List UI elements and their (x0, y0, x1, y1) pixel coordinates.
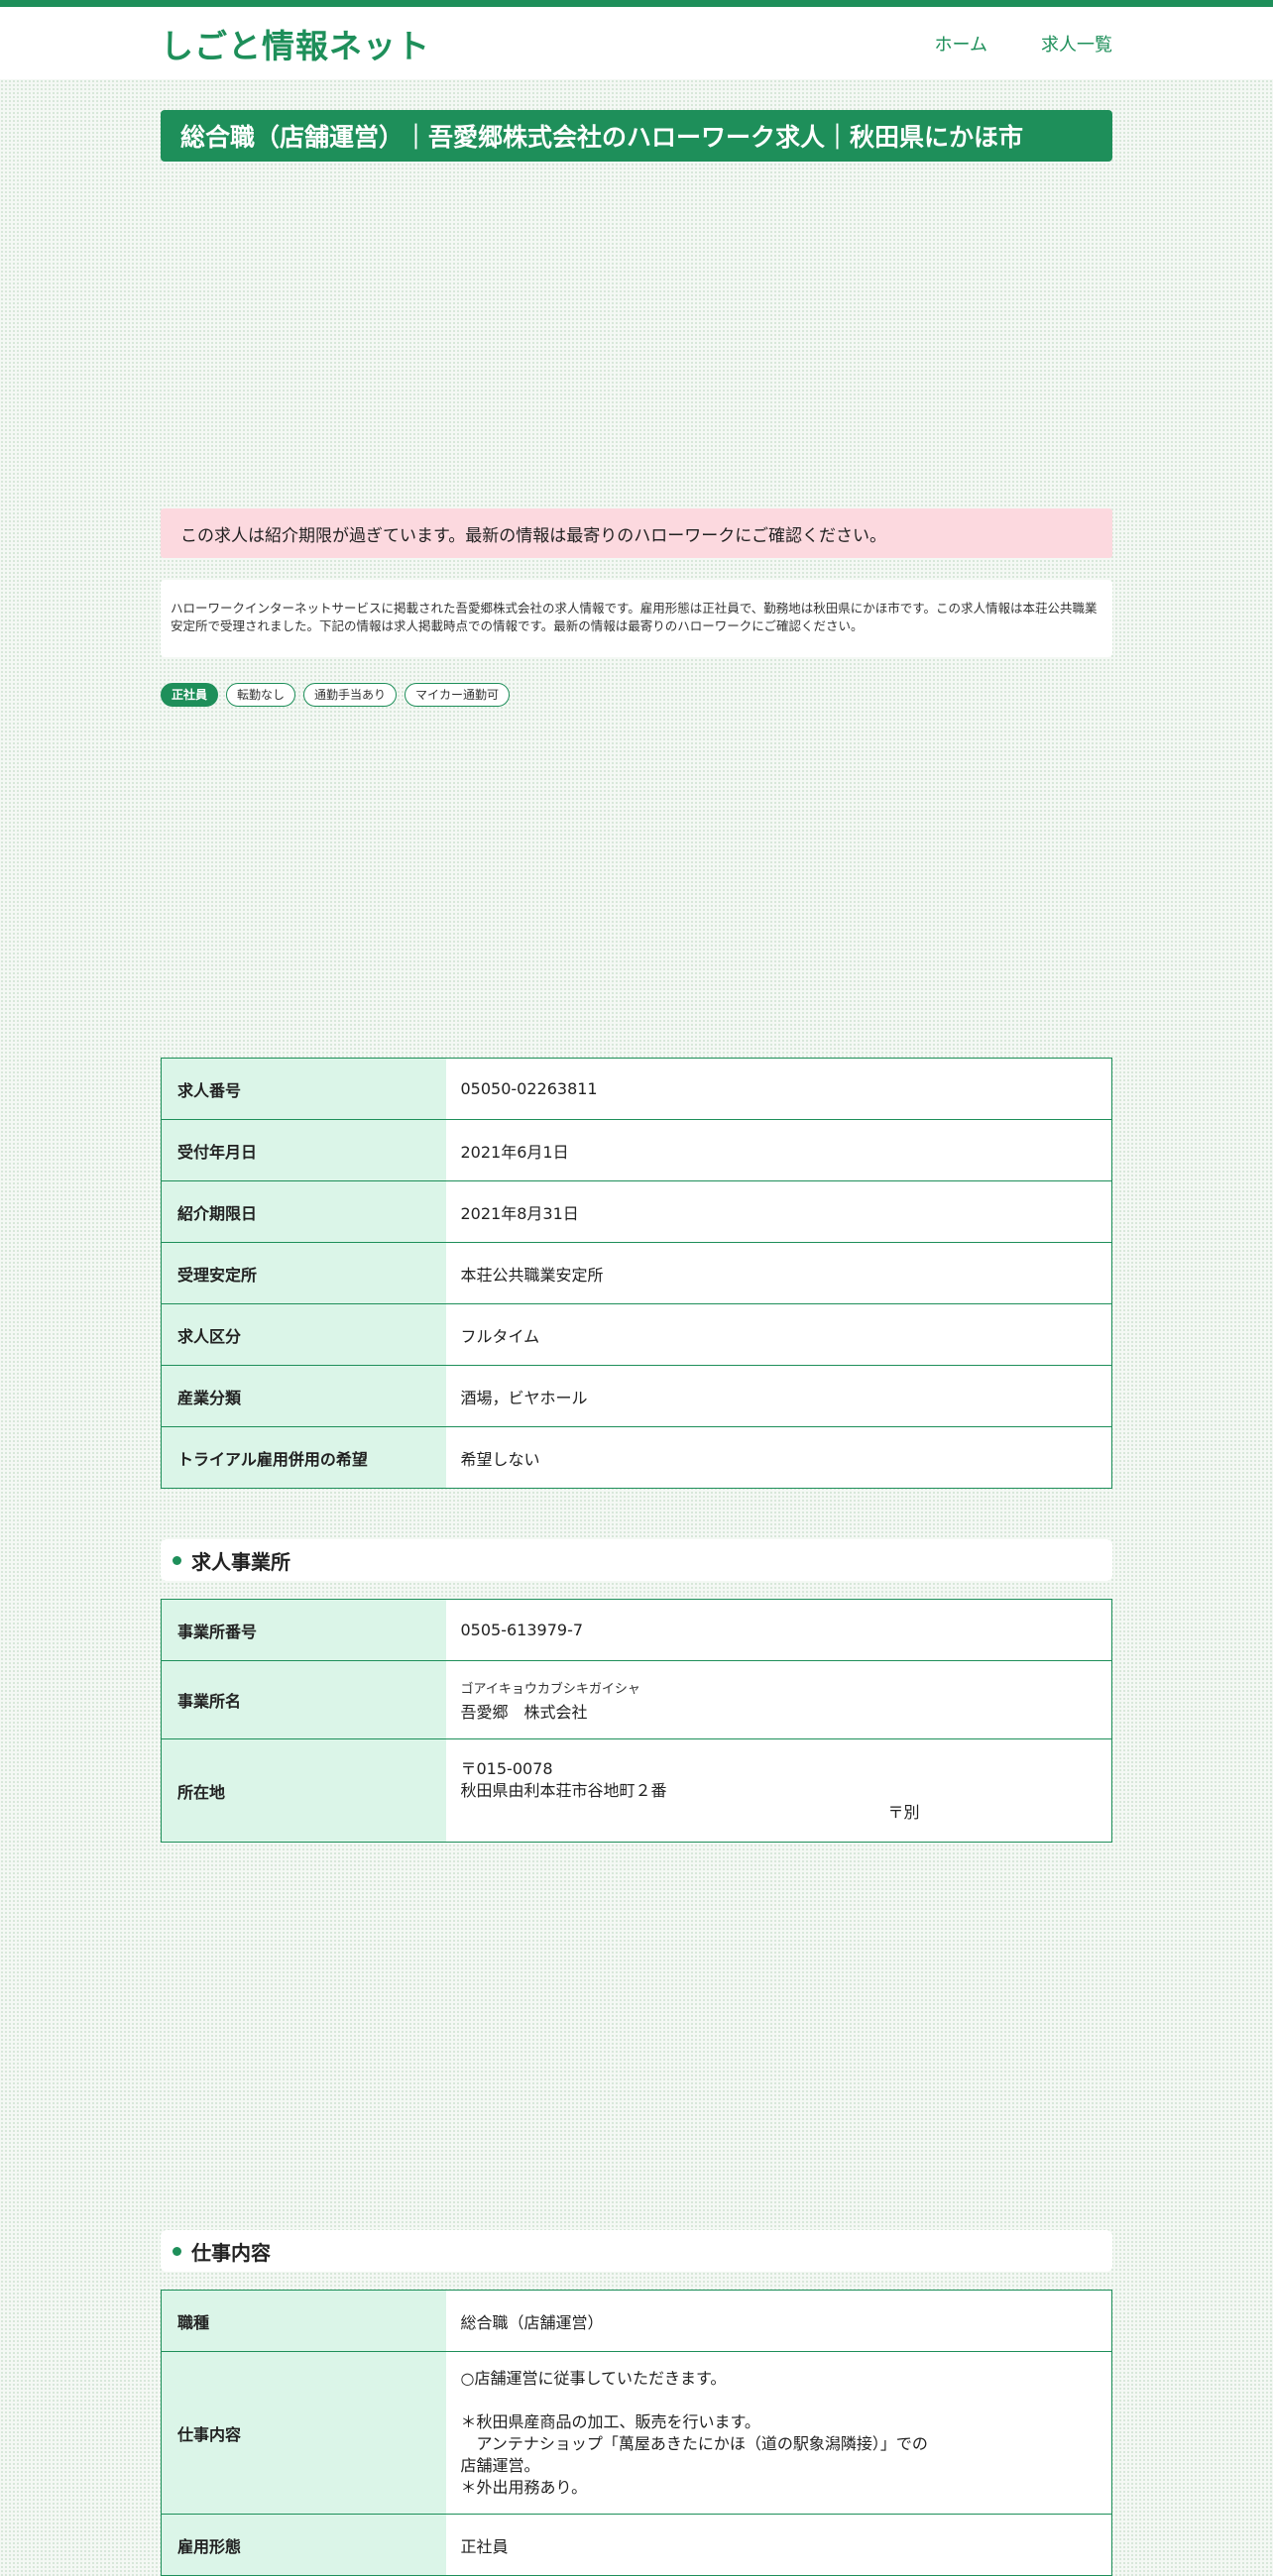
job-type-label: 職種 (161, 2290, 446, 2352)
office-name-value: 吾愛郷 株式会社 (460, 1702, 588, 1722)
table-row: 所在地 〒015-0078 秋田県由利本荘市谷地町２番 〒別 (161, 1738, 1112, 1843)
site-header: しごと情報ネット ホーム 求人一覧 (0, 7, 1273, 79)
job-section-heading: 仕事内容 (161, 2230, 1112, 2272)
summary-table: 求人番号 05050-02263811 受付年月日 2021年6月1日 紹介期限日 2… (161, 1058, 1112, 1489)
row-value: 05050-02263811 (460, 1079, 598, 1098)
tag-no-transfer: 転勤なし (226, 683, 296, 707)
row-value: 本荘公共職業安定所 (445, 1242, 1112, 1304)
nav-home-link[interactable]: ホーム (935, 31, 987, 56)
job-table: 職種 総合職（店舗運営） 仕事内容 ○店舗運営に従事していただきます。 ＊秋田県… (161, 2290, 1112, 2576)
row-value: 2021年8月31日 (445, 1180, 1112, 1243)
address-note: 〒別 (887, 1802, 920, 1822)
job-type-value: 総合職（店舗運営） (460, 2312, 604, 2332)
row-value: フルタイム (445, 1303, 1112, 1366)
row-label: 産業分類 (161, 1365, 446, 1427)
tag-car-commute: マイカー通勤可 (405, 683, 511, 707)
row-label: 求人番号 (161, 1058, 446, 1120)
row-label: 受理安定所 (161, 1242, 446, 1304)
table-row: トライアル雇用併用の希望 希望しない (161, 1426, 1112, 1489)
tag-commute-allowance: 通勤手当あり (303, 683, 398, 707)
table-row: 受付年月日 2021年6月1日 (161, 1119, 1112, 1181)
nav-job-list-link[interactable]: 求人一覧 (1041, 31, 1112, 56)
row-value: 2021年6月1日 (445, 1119, 1112, 1181)
row-label: 紹介期限日 (161, 1180, 446, 1243)
tag-regular-employee: 正社員 (161, 683, 219, 707)
postal-code: 〒015-0078 (460, 1758, 553, 1778)
top-accent-bar (0, 0, 1273, 7)
table-row: 紹介期限日 2021年8月31日 (161, 1180, 1112, 1243)
job-description-summary: ハローワークインターネットサービスに掲載された吾愛郷株式会社の求人情報です。雇用… (161, 580, 1112, 657)
table-row: 仕事内容 ○店舗運営に従事していただきます。 ＊秋田県産商品の加工、販売を行いま… (161, 2351, 1112, 2515)
job-content-value: ○店舗運営に従事していただきます。 ＊秋田県産商品の加工、販売を行います。 アン… (445, 2351, 1112, 2515)
bullet-dot-icon (173, 2246, 181, 2256)
office-name-cell: ゴアイキョウカブシキガイシャ 吾愛郷 株式会社 (445, 1660, 1112, 1739)
row-label: 求人区分 (161, 1303, 446, 1366)
job-content-label: 仕事内容 (161, 2351, 446, 2515)
main-nav: ホーム 求人一覧 (935, 31, 1112, 56)
table-row: 職種 総合職（店舗運営） (161, 2290, 1112, 2352)
row-value: 希望しない (445, 1426, 1112, 1489)
row-label: 受付年月日 (161, 1119, 446, 1181)
site-logo[interactable]: しごと情報ネット (161, 20, 430, 67)
page-title: 総合職（店舗運営）｜吾愛郷株式会社のハローワーク求人｜秋田県にかほ市 (161, 110, 1112, 162)
table-row: 求人番号 05050-02263811 (161, 1058, 1112, 1120)
table-row: 事業所番号 0505-613979-7 (161, 1599, 1112, 1661)
office-number-value: 0505-613979-7 (460, 1621, 584, 1639)
table-row: 受理安定所 本荘公共職業安定所 (161, 1242, 1112, 1304)
office-name-label: 事業所名 (161, 1660, 446, 1739)
address-value: 秋田県由利本荘市谷地町２番 (460, 1780, 667, 1800)
row-label: トライアル雇用併用の希望 (161, 1426, 446, 1489)
job-section-title: 仕事内容 (191, 2240, 271, 2265)
address-label: 所在地 (161, 1738, 446, 1843)
office-section-heading: 求人事業所 (161, 1539, 1112, 1581)
bullet-dot-icon (173, 1555, 181, 1565)
address-cell: 〒015-0078 秋田県由利本荘市谷地町２番 〒別 (445, 1738, 1112, 1843)
office-table: 事業所番号 0505-613979-7 事業所名 ゴアイキョウカブシキガイシャ … (161, 1599, 1112, 1843)
office-section-title: 求人事業所 (191, 1549, 290, 1574)
tag-list: 正社員 転勤なし 通勤手当あり マイカー通勤可 (161, 683, 511, 707)
office-name-kana: ゴアイキョウカブシキガイシャ (460, 1681, 640, 1697)
table-row: 求人区分 フルタイム (161, 1303, 1112, 1366)
office-number-label: 事業所番号 (161, 1599, 446, 1661)
expired-notice: この求人は紹介期限が過ぎています。最新の情報は最寄りのハローワークにご確認くださ… (161, 508, 1112, 558)
row-value: 酒場，ビヤホール (445, 1365, 1112, 1427)
table-row: 産業分類 酒場，ビヤホール (161, 1365, 1112, 1427)
table-row: 事業所名 ゴアイキョウカブシキガイシャ 吾愛郷 株式会社 (161, 1660, 1112, 1739)
